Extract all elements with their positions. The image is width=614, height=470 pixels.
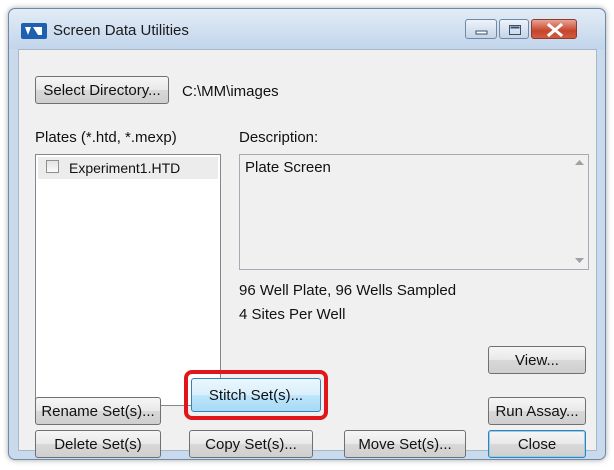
rename-sets-button[interactable]: Rename Set(s)... xyxy=(35,397,161,425)
plate-checkbox[interactable] xyxy=(46,160,59,173)
run-assay-button[interactable]: Run Assay... xyxy=(488,397,586,425)
view-button[interactable]: View... xyxy=(488,346,586,374)
plates-listbox[interactable]: Experiment1.HTD xyxy=(35,154,221,406)
minimize-icon xyxy=(475,30,488,35)
list-item-experiment1[interactable]: Experiment1.HTD xyxy=(38,157,218,179)
close-icon xyxy=(546,22,564,38)
minimize-button[interactable] xyxy=(465,19,497,39)
description-scrollbar[interactable] xyxy=(571,155,588,269)
select-directory-button[interactable]: Select Directory... xyxy=(35,76,169,104)
move-sets-button[interactable]: Move Set(s)... xyxy=(344,430,466,458)
plate-info-line1: 96 Well Plate, 96 Wells Sampled xyxy=(239,282,457,299)
description-text: Plate Screen xyxy=(245,159,331,176)
maximize-button[interactable] xyxy=(499,19,529,39)
title-bar[interactable]: Screen Data Utilities xyxy=(9,9,605,49)
window-title: Screen Data Utilities xyxy=(53,22,189,39)
screen-data-utilities-window: Screen Data Utilities Select Directory..… xyxy=(8,8,606,460)
close-window-button[interactable] xyxy=(531,19,577,39)
dialog-client-area: Select Directory... C:\MM\images Plates … xyxy=(18,49,597,458)
directory-path: C:\MM\images xyxy=(182,83,279,100)
plate-info-line2: 4 Sites Per Well xyxy=(239,306,346,323)
screen-data-utilities-app-icon xyxy=(21,23,47,39)
scroll-down-arrow-icon[interactable] xyxy=(575,258,584,264)
description-textbox[interactable]: Plate Screen xyxy=(239,154,589,270)
plates-label: Plates (*.htd, *.mexp) xyxy=(35,129,177,146)
description-label: Description: xyxy=(239,129,319,146)
delete-sets-button[interactable]: Delete Set(s) xyxy=(35,430,161,458)
copy-sets-button[interactable]: Copy Set(s)... xyxy=(189,430,313,458)
scroll-up-arrow-icon[interactable] xyxy=(575,160,584,166)
stitch-sets-highlight-box xyxy=(184,370,328,420)
close-button[interactable]: Close xyxy=(488,430,586,458)
maximize-icon xyxy=(509,25,521,35)
plate-name: Experiment1.HTD xyxy=(69,160,181,176)
